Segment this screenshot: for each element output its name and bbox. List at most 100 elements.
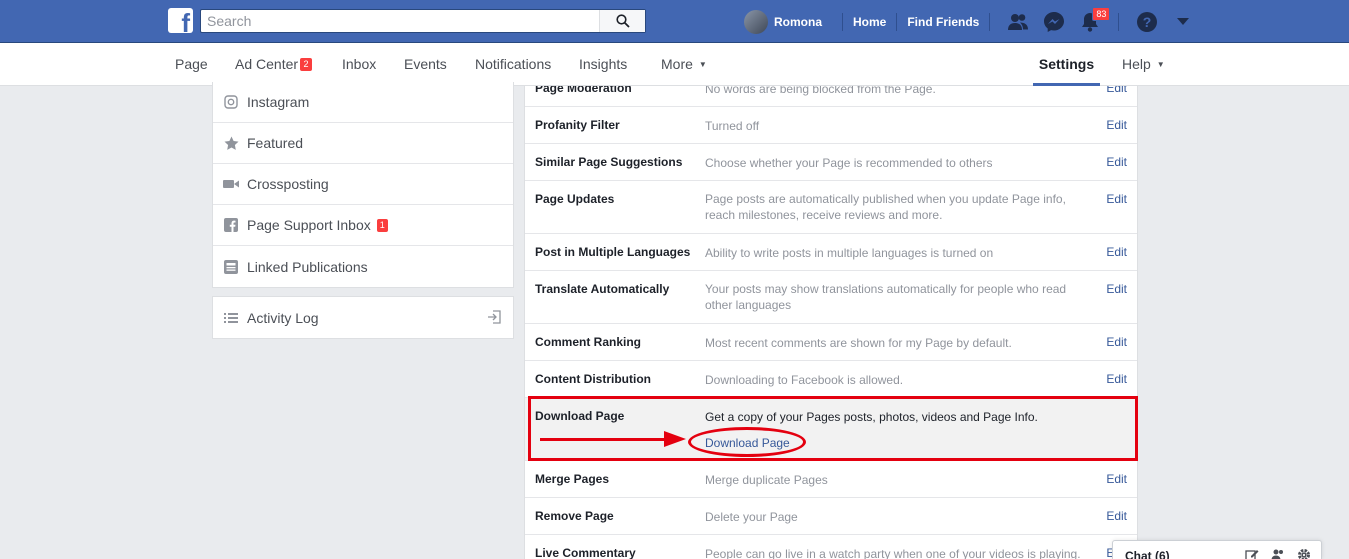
sidebar-item-label: Instagram xyxy=(247,94,310,110)
setting-name: Live Commentary xyxy=(535,546,636,559)
settings-row-translate-automatically: Translate Automatically Your posts may s… xyxy=(525,271,1137,324)
tab-insights[interactable]: Insights xyxy=(579,43,627,86)
help-button[interactable]: ? xyxy=(1129,0,1165,43)
settings-row-page-moderation: Page Moderation No words are being block… xyxy=(525,86,1137,107)
sidebar-item-activity-log[interactable]: Activity Log xyxy=(213,297,513,338)
setting-description: Choose whether your Page is recommended … xyxy=(705,156,993,170)
friend-requests-button[interactable] xyxy=(1000,0,1036,43)
facebook-logo-icon[interactable]: f xyxy=(168,8,193,33)
setting-name: Comment Ranking xyxy=(535,335,642,349)
chat-actions xyxy=(1245,548,1311,559)
settings-row-post-in-multiple-languages: Post in Multiple Languages Ability to wr… xyxy=(525,234,1137,271)
compose-icon[interactable] xyxy=(1245,548,1259,559)
arrow-annotation-shaft xyxy=(540,438,670,441)
account-menu-button[interactable] xyxy=(1165,0,1201,43)
search-box xyxy=(200,9,646,33)
home-link[interactable]: Home xyxy=(853,15,886,29)
setting-description: Page posts are automatically published w… xyxy=(705,192,1066,222)
edit-link[interactable]: Edit xyxy=(1106,282,1127,296)
setting-description: Downloading to Facebook is allowed. xyxy=(705,373,904,387)
setting-name: Profanity Filter xyxy=(535,118,620,132)
sidebar-item-crossposting[interactable]: Crossposting xyxy=(213,164,513,205)
edit-link[interactable]: Edit xyxy=(1106,192,1127,206)
settings-sidebar: Instagram Featured Crossposting Page Sup… xyxy=(212,82,514,288)
chat-bar[interactable]: Chat (6) xyxy=(1112,540,1322,559)
newspaper-icon xyxy=(223,259,239,275)
notifications-button[interactable]: 83 xyxy=(1072,0,1111,43)
edit-link[interactable]: Edit xyxy=(1106,245,1127,259)
general-settings-table: Page Moderation No words are being block… xyxy=(524,86,1138,559)
friends-icon[interactable] xyxy=(1271,548,1285,559)
setting-description: Your posts may show translations automat… xyxy=(705,282,1067,312)
setting-description: People can go live in a watch party when… xyxy=(705,547,1081,559)
setting-name: Content Distribution xyxy=(535,372,651,386)
profile-name: Romona xyxy=(774,14,822,29)
search-button[interactable] xyxy=(599,10,645,32)
setting-name: Page Updates xyxy=(535,192,615,206)
edit-link[interactable]: Edit xyxy=(1106,372,1127,386)
sidebar-item-page-support-inbox[interactable]: Page Support Inbox 1 xyxy=(213,205,513,246)
edit-link[interactable]: Edit xyxy=(1106,509,1127,523)
chat-title: Chat (6) xyxy=(1125,549,1170,559)
find-friends-link[interactable]: Find Friends xyxy=(907,15,979,29)
edit-link[interactable]: Edit xyxy=(1106,472,1127,486)
edit-link[interactable]: Edit xyxy=(1106,335,1127,349)
settings-row-merge-pages: Merge Pages Merge duplicate Pages Edit xyxy=(525,461,1137,498)
activity-log-card: Activity Log xyxy=(212,296,514,339)
nav-divider xyxy=(1118,12,1120,31)
search-icon xyxy=(615,14,630,28)
tab-help[interactable]: Help ▼ xyxy=(1122,43,1165,86)
tab-ad-center[interactable]: Ad Center 2 xyxy=(235,43,313,86)
ad-center-badge: 2 xyxy=(300,58,313,71)
avatar xyxy=(744,9,768,34)
support-inbox-badge: 1 xyxy=(376,218,388,232)
setting-description: No words are being blocked from the Page… xyxy=(705,86,936,96)
settings-row-remove-page: Remove Page Delete your Page Edit xyxy=(525,498,1137,535)
sidebar-item-label: Linked Publications xyxy=(247,258,368,275)
messenger-button[interactable] xyxy=(1036,0,1072,43)
settings-row-live-commentary: Live Commentary People can go live in a … xyxy=(525,535,1137,559)
tab-settings[interactable]: Settings xyxy=(1033,43,1100,86)
top-navigation-bar: f Romona Home Find Friends 83 ? xyxy=(0,0,1349,43)
question-mark-icon: ? xyxy=(1137,11,1158,32)
setting-name: Translate Automatically xyxy=(535,282,670,296)
page-tabs-bar: Page Ad Center 2 Inbox Events Notificatio… xyxy=(0,43,1349,86)
setting-description: Merge duplicate Pages xyxy=(705,473,828,487)
tab-inbox[interactable]: Inbox xyxy=(342,43,376,86)
top-nav-right: Romona Home Find Friends 83 ? xyxy=(740,0,1201,43)
sidebar-item-instagram[interactable]: Instagram xyxy=(213,82,513,123)
gear-icon[interactable] xyxy=(1297,548,1311,559)
edit-link[interactable]: Edit xyxy=(1106,118,1127,132)
settings-row-profanity-filter: Profanity Filter Turned off Edit xyxy=(525,107,1137,144)
setting-name: Similar Page Suggestions xyxy=(535,155,683,169)
sidebar-item-featured[interactable]: Featured xyxy=(213,123,513,164)
sidebar-item-label: Crossposting xyxy=(247,176,329,192)
sidebar-item-label: Page Support Inbox xyxy=(247,217,371,233)
friends-icon xyxy=(1008,13,1029,30)
caret-down-icon: ▼ xyxy=(698,60,707,69)
tab-notifications[interactable]: Notifications xyxy=(475,43,551,86)
tab-more[interactable]: More ▼ xyxy=(661,43,707,86)
svg-text:?: ? xyxy=(1143,14,1152,30)
settings-row-similar-page-suggestions: Similar Page Suggestions Choose whether … xyxy=(525,144,1137,181)
edit-link[interactable]: Edit xyxy=(1106,86,1127,95)
setting-description: Most recent comments are shown for my Pa… xyxy=(705,336,1012,350)
open-external-icon[interactable] xyxy=(487,310,501,327)
list-icon xyxy=(223,310,239,326)
edit-link[interactable]: Edit xyxy=(1106,155,1127,169)
nav-divider xyxy=(989,12,991,31)
tab-events[interactable]: Events xyxy=(404,43,447,86)
nav-divider xyxy=(896,12,898,31)
setting-name: Remove Page xyxy=(535,509,614,523)
tab-page[interactable]: Page xyxy=(175,43,208,86)
notification-count-badge: 83 xyxy=(1092,7,1111,21)
sidebar-item-linked-publications[interactable]: Linked Publications xyxy=(213,246,513,287)
setting-name: Post in Multiple Languages xyxy=(535,245,691,259)
setting-description: Delete your Page xyxy=(705,510,798,524)
nav-divider xyxy=(842,12,843,31)
setting-description: Ability to write posts in multiple langu… xyxy=(705,246,994,260)
caret-down-icon: ▼ xyxy=(1156,60,1165,69)
highlight-ellipse-annotation xyxy=(688,427,806,457)
profile-link[interactable]: Romona xyxy=(740,0,832,43)
search-input[interactable] xyxy=(201,10,601,32)
